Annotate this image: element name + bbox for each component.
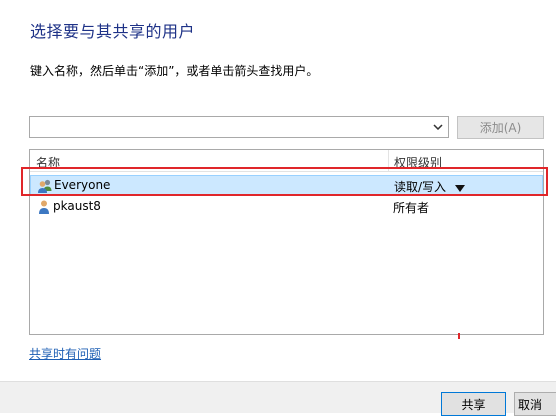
sharing-trouble-link[interactable]: 共享时有问题 [29, 345, 101, 362]
cancel-button[interactable]: 取消 [514, 392, 556, 416]
red-speck [458, 333, 460, 339]
dialog-title: 选择要与其共享的用户 [30, 22, 196, 41]
highlight-box [21, 167, 548, 196]
user-name-input[interactable] [30, 117, 430, 137]
user-combobox[interactable] [29, 116, 449, 138]
user-icon [36, 199, 52, 215]
user-name-label: pkaust8 [53, 199, 101, 213]
share-button[interactable]: 共享 [441, 392, 506, 416]
permission-level: 所有者 [393, 201, 430, 215]
chevron-down-icon[interactable] [431, 119, 445, 135]
add-button[interactable]: 添加(A) [457, 116, 544, 139]
dialog-footer: 共享 取消 [0, 381, 556, 416]
instruction-text: 键入名称，然后单击“添加”，或者单击箭头查找用户。 [30, 64, 319, 78]
list-row-pkaust8[interactable]: pkaust8 所有者 [30, 197, 543, 217]
